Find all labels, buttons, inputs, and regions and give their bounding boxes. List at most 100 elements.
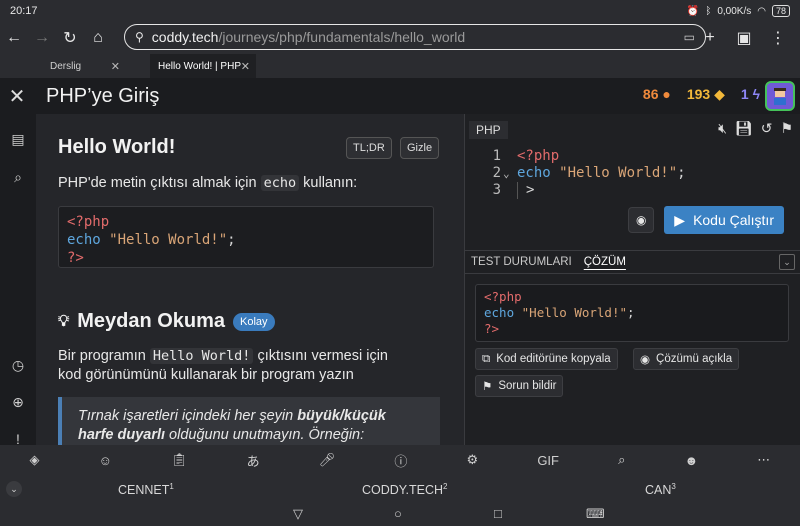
- suggestion-item[interactable]: CAN3: [645, 482, 676, 497]
- explain-solution-button[interactable]: ◉ Çözümü açıkla: [633, 348, 740, 370]
- gems-stat[interactable]: 193 ◆: [687, 86, 725, 103]
- intro-text-end: kullanın:: [303, 175, 358, 191]
- keyboard-theme-icon[interactable]: ◈: [30, 452, 40, 468]
- mute-icon[interactable]: 🔇︎: [718, 120, 727, 137]
- tab-test-cases[interactable]: TEST DURUMLARI: [465, 256, 578, 268]
- info-icon[interactable]: ⓘ: [394, 451, 407, 470]
- run-code-button[interactable]: ▶ Kodu Çalıştır: [664, 206, 784, 234]
- code-string: "Hello World!": [109, 232, 228, 248]
- tab-solution[interactable]: ÇÖZÜM: [578, 256, 632, 268]
- translate-icon[interactable]: あ: [247, 451, 260, 470]
- open-in-tab-icon[interactable]: ▭: [684, 30, 695, 44]
- sticker-icon[interactable]: ☺: [99, 453, 112, 468]
- code-string: "Hello World!": [559, 165, 678, 181]
- challenge-title: Meydan Okuma: [77, 310, 226, 332]
- inline-code: echo: [260, 175, 300, 191]
- case-sensitivity-note: Tırnak işaretleri içindeki her şeyin büy…: [58, 397, 440, 445]
- lesson-document-icon[interactable]: ▤: [9, 130, 27, 148]
- site-info-icon[interactable]: ⚲: [135, 30, 144, 44]
- suggestion-word: CAN: [645, 483, 672, 498]
- close-tab-icon[interactable]: ✕: [111, 60, 120, 73]
- search-icon[interactable]: ⌕: [618, 452, 625, 468]
- emoji-icon[interactable]: ☻: [684, 453, 698, 468]
- code-keyword: echo: [484, 305, 515, 320]
- note-text: olduğunu unutmayın. Örneğin:: [165, 427, 365, 443]
- collapse-panel-icon[interactable]: ⌄: [779, 254, 795, 270]
- forward-arrow-icon[interactable]: →: [28, 24, 56, 52]
- code-keyword: echo: [517, 165, 551, 181]
- back-triangle-icon[interactable]: ▽: [293, 506, 303, 522]
- flag-icon[interactable]: ⚑: [780, 120, 793, 137]
- editor-line: 3 >: [465, 182, 800, 199]
- line-number: 1: [492, 148, 501, 164]
- keyboard-toolbar: ◈ ☺ 📋︎ あ 🎤︎ ⓘ ⚙ GIF ⌕ ☻ ⋯: [0, 445, 800, 475]
- gif-icon[interactable]: GIF: [537, 453, 559, 468]
- home-circle-icon[interactable]: ○: [394, 506, 402, 521]
- copy-to-editor-button[interactable]: ⧉ Kod editörüne kopyala: [475, 348, 618, 370]
- tab-hello-world[interactable]: Hello World! | PHP ✕: [150, 54, 256, 78]
- lesson-intro: PHP'de metin çıktısı almak için echo kul…: [58, 174, 357, 193]
- explain-label: Çözümü açıkla: [656, 353, 733, 365]
- suggestion-index: 1: [169, 482, 174, 491]
- close-icon[interactable]: ✕: [0, 84, 34, 109]
- search-document-icon[interactable]: ⌕: [9, 168, 27, 186]
- reset-icon[interactable]: ↺: [761, 120, 773, 137]
- code-line: ?>: [484, 321, 500, 336]
- zoom-icon[interactable]: ⊕: [9, 393, 27, 411]
- suggestion-item[interactable]: CODDY.TECH2: [362, 482, 447, 497]
- tab-switcher-icon[interactable]: ▣: [730, 24, 758, 52]
- avatar[interactable]: [765, 81, 795, 111]
- example-code-block: <?php echo "Hello World!"; ?>: [58, 206, 434, 268]
- code-punct: ;: [627, 305, 635, 320]
- clipboard-icon[interactable]: 📋︎: [171, 452, 188, 468]
- ai-helper-button[interactable]: ◉: [628, 207, 655, 233]
- address-bar[interactable]: ⚲ coddy.tech/journeys/php/fundamentals/h…: [124, 24, 706, 50]
- code-line: <?php: [484, 289, 522, 304]
- code-string: "Hello World!": [521, 305, 627, 320]
- report-issue-button[interactable]: ⚑ Sorun bildir: [475, 375, 564, 397]
- keyboard-switch-icon[interactable]: ⌨: [586, 506, 605, 522]
- challenge-text: Bir programın Hello World! çıktısını ver…: [58, 347, 388, 385]
- settings-icon[interactable]: ⚙: [467, 452, 479, 468]
- close-tab-icon[interactable]: ✕: [241, 60, 250, 73]
- new-tab-plus-icon[interactable]: +: [696, 24, 724, 52]
- code-keyword: echo: [67, 232, 101, 248]
- home-icon[interactable]: ⌂: [84, 24, 112, 52]
- fold-chevron-icon[interactable]: ⌄: [503, 165, 510, 182]
- more-icon[interactable]: ⋯: [757, 452, 770, 468]
- url-path: /journeys/php/fundamentals/hello_world: [218, 29, 466, 45]
- note-bold: harfe duyarlı: [78, 427, 166, 443]
- robot-icon: ◉: [636, 213, 647, 227]
- suggestion-item[interactable]: CENNET1: [118, 482, 174, 497]
- language-tab[interactable]: PHP: [469, 121, 508, 139]
- code-editor-panel: PHP 🔇︎ 💾︎ ↺ ⚑ 1 <?php 2 ⌄ echo "Hello Wo…: [464, 114, 800, 445]
- history-icon[interactable]: ◷: [9, 356, 27, 374]
- tab-strip: Derslig ✕ Hello World! | PHP ✕: [0, 54, 800, 78]
- network-speed: 0,00K/s: [717, 5, 752, 17]
- challenge-text-line2: kod görünümünü kullanarak bir program ya…: [58, 367, 354, 383]
- menu-dots-icon[interactable]: ⋮: [764, 24, 792, 52]
- save-icon[interactable]: 💾︎: [735, 120, 753, 137]
- tab-derslig[interactable]: Derslig ✕: [42, 54, 126, 78]
- gem-count: 193: [686, 86, 711, 102]
- lightbulb-icon: 💡︎: [58, 312, 70, 330]
- recents-square-icon[interactable]: □: [494, 506, 502, 521]
- app-header: ✕ PHP’ye Giriş 86 ● 193 ◆ 1 ϟ: [0, 78, 800, 114]
- line-text: >: [517, 182, 534, 199]
- microphone-icon[interactable]: 🎤︎: [319, 452, 336, 468]
- streak-stat[interactable]: 86 ●: [643, 86, 671, 103]
- copy-icon: ⧉: [482, 352, 491, 365]
- back-arrow-icon[interactable]: ←: [0, 24, 28, 52]
- chevron-down-icon[interactable]: ⌄: [6, 481, 22, 497]
- url-host: coddy.tech: [151, 29, 219, 45]
- tldr-button[interactable]: TL;DR: [346, 137, 392, 159]
- code-line: echo "Hello World!";: [484, 305, 780, 321]
- hide-button[interactable]: Gizle: [400, 137, 440, 159]
- energy-stat[interactable]: 1 ϟ: [741, 86, 760, 103]
- reload-icon[interactable]: ↻: [56, 24, 84, 52]
- code-line: <?php: [67, 214, 110, 230]
- keyboard-suggestions: ⌄ CENNET1 CODDY.TECH2 CAN3: [0, 475, 800, 502]
- code-line: echo "Hello World!";: [67, 231, 425, 249]
- suggestion-index: 2: [443, 482, 448, 491]
- editor-line: 2 ⌄ echo "Hello World!";: [465, 165, 800, 182]
